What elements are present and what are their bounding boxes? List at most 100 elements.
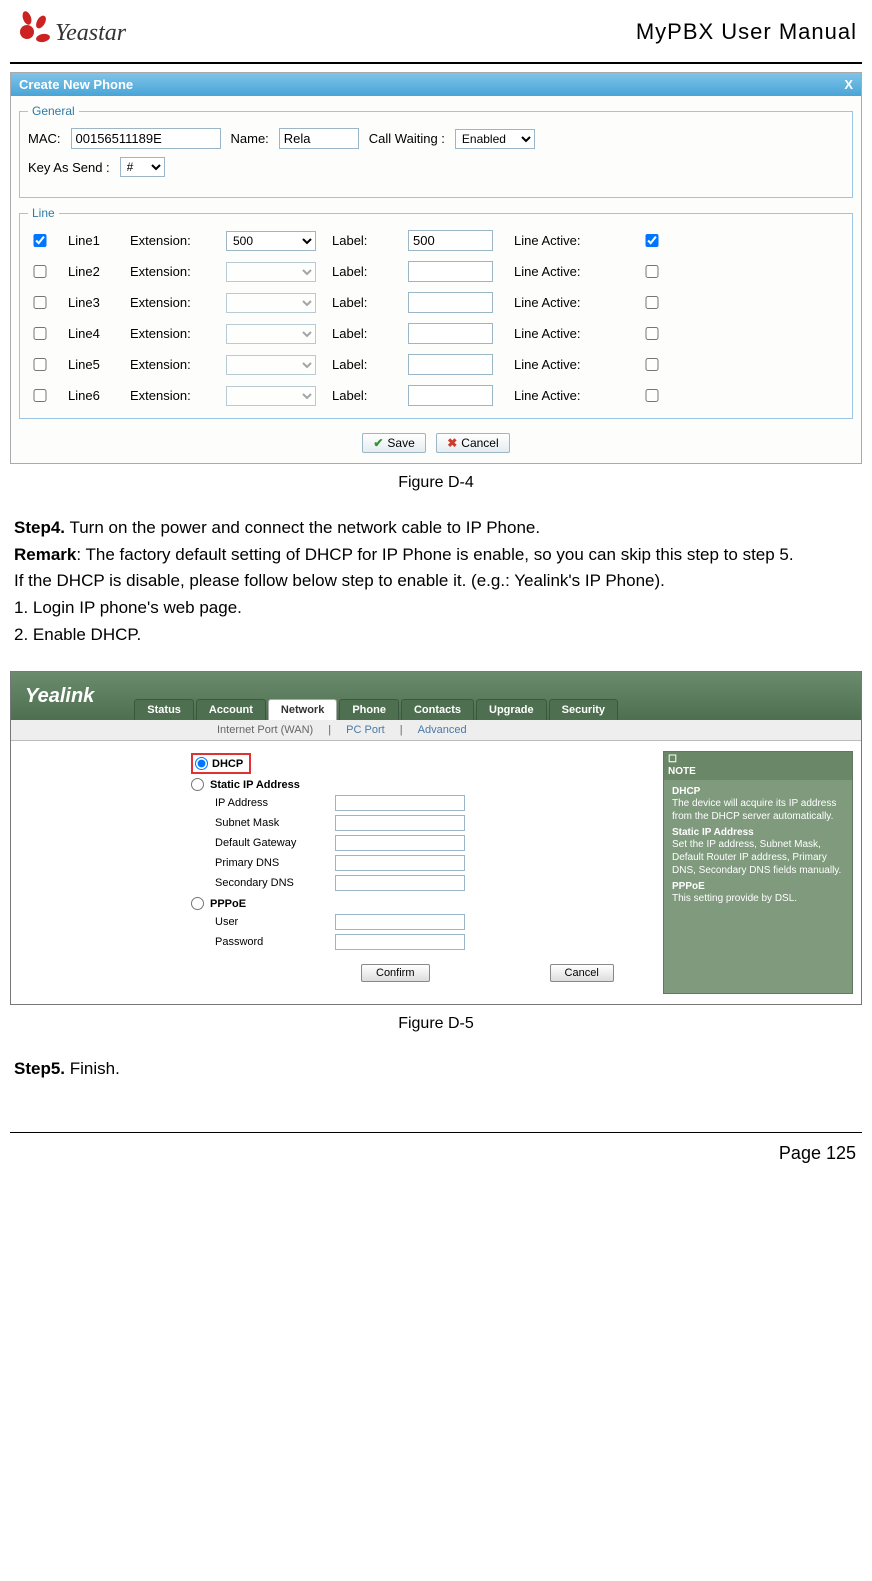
static-option[interactable]: Static IP Address	[191, 778, 653, 791]
subnav-wan[interactable]: Internet Port (WAN)	[217, 724, 313, 736]
line6-active-checkbox[interactable]	[640, 389, 664, 402]
page-number: Page 125	[10, 1133, 862, 1184]
line3-label-input[interactable]	[408, 292, 493, 313]
x-icon	[447, 436, 457, 450]
tab-network[interactable]: Network	[268, 699, 337, 720]
dhcp-option[interactable]: DHCP	[191, 753, 653, 774]
line5-name: Line5	[68, 357, 114, 372]
extension-label: Extension:	[130, 326, 210, 341]
line4-label-input[interactable]	[408, 323, 493, 344]
note-heading: ☐ NOTE	[664, 752, 852, 780]
line3-active-checkbox[interactable]	[640, 296, 664, 309]
yealink-network-panel: Yealink StatusAccountNetworkPhoneContact…	[10, 671, 862, 1005]
password-input[interactable]	[335, 934, 465, 950]
mac-input[interactable]	[71, 128, 221, 149]
tab-account[interactable]: Account	[196, 699, 266, 720]
tab-security[interactable]: Security	[549, 699, 618, 720]
mac-label: MAC:	[28, 131, 61, 146]
lineactive-label: Line Active:	[514, 388, 624, 403]
cancel-button[interactable]: Cancel	[436, 433, 509, 453]
line2-enable-checkbox[interactable]	[28, 265, 52, 278]
line-legend: Line	[28, 206, 59, 220]
line6-extension-select[interactable]	[226, 386, 316, 406]
line6-name: Line6	[68, 388, 114, 403]
tab-contacts[interactable]: Contacts	[401, 699, 474, 720]
user-label: User	[215, 916, 335, 928]
tab-phone[interactable]: Phone	[339, 699, 399, 720]
line5-active-checkbox[interactable]	[640, 358, 664, 371]
secdns-label: Secondary DNS	[215, 877, 335, 889]
para-enable-dhcp: 2. Enable DHCP.	[14, 623, 858, 648]
subnav-advanced[interactable]: Advanced	[418, 724, 467, 736]
lineactive-label: Line Active:	[514, 264, 624, 279]
pridns-input[interactable]	[335, 855, 465, 871]
line3-extension-select[interactable]	[226, 293, 316, 313]
line4-extension-select[interactable]	[226, 324, 316, 344]
line5-label-input[interactable]	[408, 354, 493, 375]
check-icon	[373, 436, 383, 450]
line2-label-input[interactable]	[408, 261, 493, 282]
line2-name: Line2	[68, 264, 114, 279]
doc-title: MyPBX User Manual	[636, 19, 857, 45]
lineactive-label: Line Active:	[514, 357, 624, 372]
line4-active-checkbox[interactable]	[640, 327, 664, 340]
line1-extension-select[interactable]: 500	[226, 231, 316, 251]
line1-enable-checkbox[interactable]	[28, 234, 52, 247]
keyassend-label: Key As Send :	[28, 160, 110, 175]
line2-extension-select[interactable]	[226, 262, 316, 282]
subnet-label: Subnet Mask	[215, 817, 335, 829]
extension-label: Extension:	[130, 233, 210, 248]
extension-label: Extension:	[130, 357, 210, 372]
close-icon[interactable]: X	[844, 77, 853, 92]
callwaiting-select[interactable]: Enabled	[455, 129, 535, 149]
line1-label-input[interactable]	[408, 230, 493, 251]
label-label: Label:	[332, 326, 392, 341]
name-label: Name:	[231, 131, 269, 146]
yeastar-logo: Yeastar	[15, 10, 155, 54]
static-radio[interactable]	[191, 778, 204, 791]
lineactive-label: Line Active:	[514, 326, 624, 341]
tab-status[interactable]: Status	[134, 699, 194, 720]
ip-input[interactable]	[335, 795, 465, 811]
line6-label-input[interactable]	[408, 385, 493, 406]
general-fieldset: General MAC: Name: Call Waiting : Enable…	[19, 104, 853, 198]
panel-button-row: Save Cancel	[11, 427, 861, 463]
yealink-tabs: StatusAccountNetworkPhoneContactsUpgrade…	[134, 672, 620, 720]
user-input[interactable]	[335, 914, 465, 930]
para-dhcp-disable: If the DHCP is disable, please follow be…	[14, 569, 858, 594]
gateway-input[interactable]	[335, 835, 465, 851]
password-label: Password	[215, 936, 335, 948]
line2-active-checkbox[interactable]	[640, 265, 664, 278]
subnet-input[interactable]	[335, 815, 465, 831]
line5-extension-select[interactable]	[226, 355, 316, 375]
line5-enable-checkbox[interactable]	[28, 358, 52, 371]
line4-enable-checkbox[interactable]	[28, 327, 52, 340]
create-phone-panel: Create New Phone X General MAC: Name: Ca…	[10, 72, 862, 464]
line3-enable-checkbox[interactable]	[28, 296, 52, 309]
body-text: Step4. Turn on the power and connect the…	[10, 516, 862, 647]
dhcp-radio[interactable]	[195, 757, 208, 770]
extension-label: Extension:	[130, 264, 210, 279]
step5-text: Finish.	[65, 1059, 120, 1078]
tab-upgrade[interactable]: Upgrade	[476, 699, 547, 720]
line1-active-checkbox[interactable]	[640, 234, 664, 247]
pppoe-radio[interactable]	[191, 897, 204, 910]
yl-cancel-button[interactable]: Cancel	[550, 964, 614, 982]
extension-label: Extension:	[130, 388, 210, 403]
panel-titlebar: Create New Phone X	[11, 73, 861, 96]
line4-name: Line4	[68, 326, 114, 341]
pppoe-option[interactable]: PPPoE	[191, 897, 653, 910]
yealink-logo: Yealink	[11, 685, 94, 708]
confirm-button[interactable]: Confirm	[361, 964, 430, 982]
yealink-subnav: Internet Port (WAN) | PC Port | Advanced	[11, 720, 861, 741]
label-label: Label:	[332, 233, 392, 248]
lineactive-label: Line Active:	[514, 295, 624, 310]
name-input[interactable]	[279, 128, 359, 149]
secdns-input[interactable]	[335, 875, 465, 891]
line6-enable-checkbox[interactable]	[28, 389, 52, 402]
subnav-pcport[interactable]: PC Port	[346, 724, 385, 736]
keyassend-select[interactable]: #	[120, 157, 165, 177]
callwaiting-label: Call Waiting :	[369, 131, 445, 146]
save-button[interactable]: Save	[362, 433, 425, 453]
figure-d4-caption: Figure D-4	[10, 474, 862, 492]
